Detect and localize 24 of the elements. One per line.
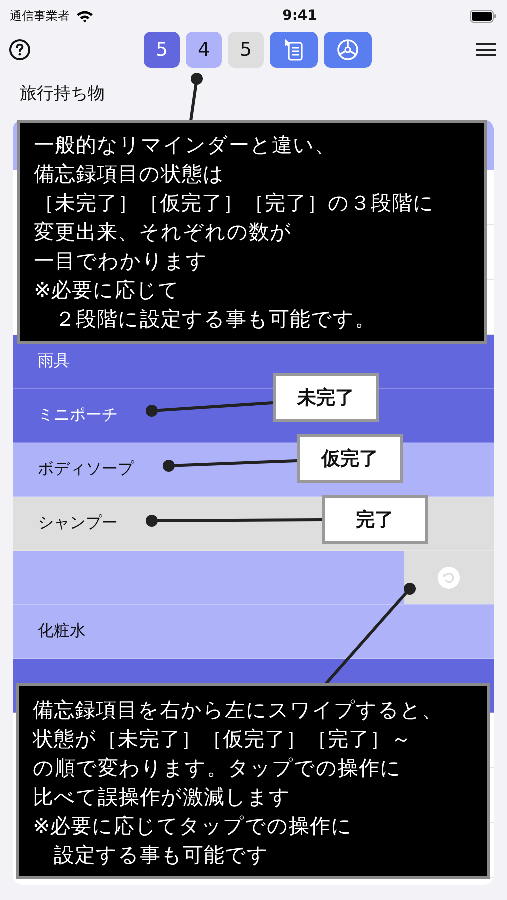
tooltip-line: ２段階に設定する事も可能です。	[54, 306, 376, 333]
item-label: ミニポーチ	[37, 405, 118, 426]
tooltip-line: 一般的なリマインダーと違い、	[34, 132, 336, 159]
state-tooltip: 未完了	[273, 373, 379, 422]
tooltip-line: ［未完了］［仮完了］［完了］の３段階に	[34, 190, 435, 217]
tooltip-line: ※必要に応じてタップでの操作に	[33, 813, 354, 840]
state-tooltip: 完了	[322, 495, 428, 544]
tooltip-line: の順で変わります。タップでの操作に	[33, 755, 402, 782]
item-label: シャンプー	[37, 513, 118, 534]
item-label: 雨具	[37, 351, 70, 372]
tooltip-line: 備忘録項目の状態は	[34, 161, 225, 188]
tooltip-line: 状態が［未完了］［仮完了］［完了］～	[33, 726, 412, 753]
tooltip-line: 備忘録項目を右から左にスワイプすると、	[33, 697, 443, 724]
tooltip-line: 一目でわかります	[34, 248, 208, 275]
list-title: 旅行持ち物	[20, 84, 105, 104]
clock-time: 9:41	[282, 8, 318, 24]
tooltip-line: 変更出来、それぞれの数が	[34, 219, 292, 246]
item-label: ボディソープ	[37, 459, 134, 480]
item-label: 化粧水	[37, 621, 86, 642]
tooltip-line: 比べて誤操作が激減します	[33, 784, 291, 811]
tooltip-line: ※必要に応じて	[34, 277, 180, 304]
state-tooltip: 仮完了	[297, 434, 403, 483]
tooltip-line: 設定する事も可能です	[53, 842, 269, 869]
carrier-name: 通信事業者	[10, 8, 70, 24]
